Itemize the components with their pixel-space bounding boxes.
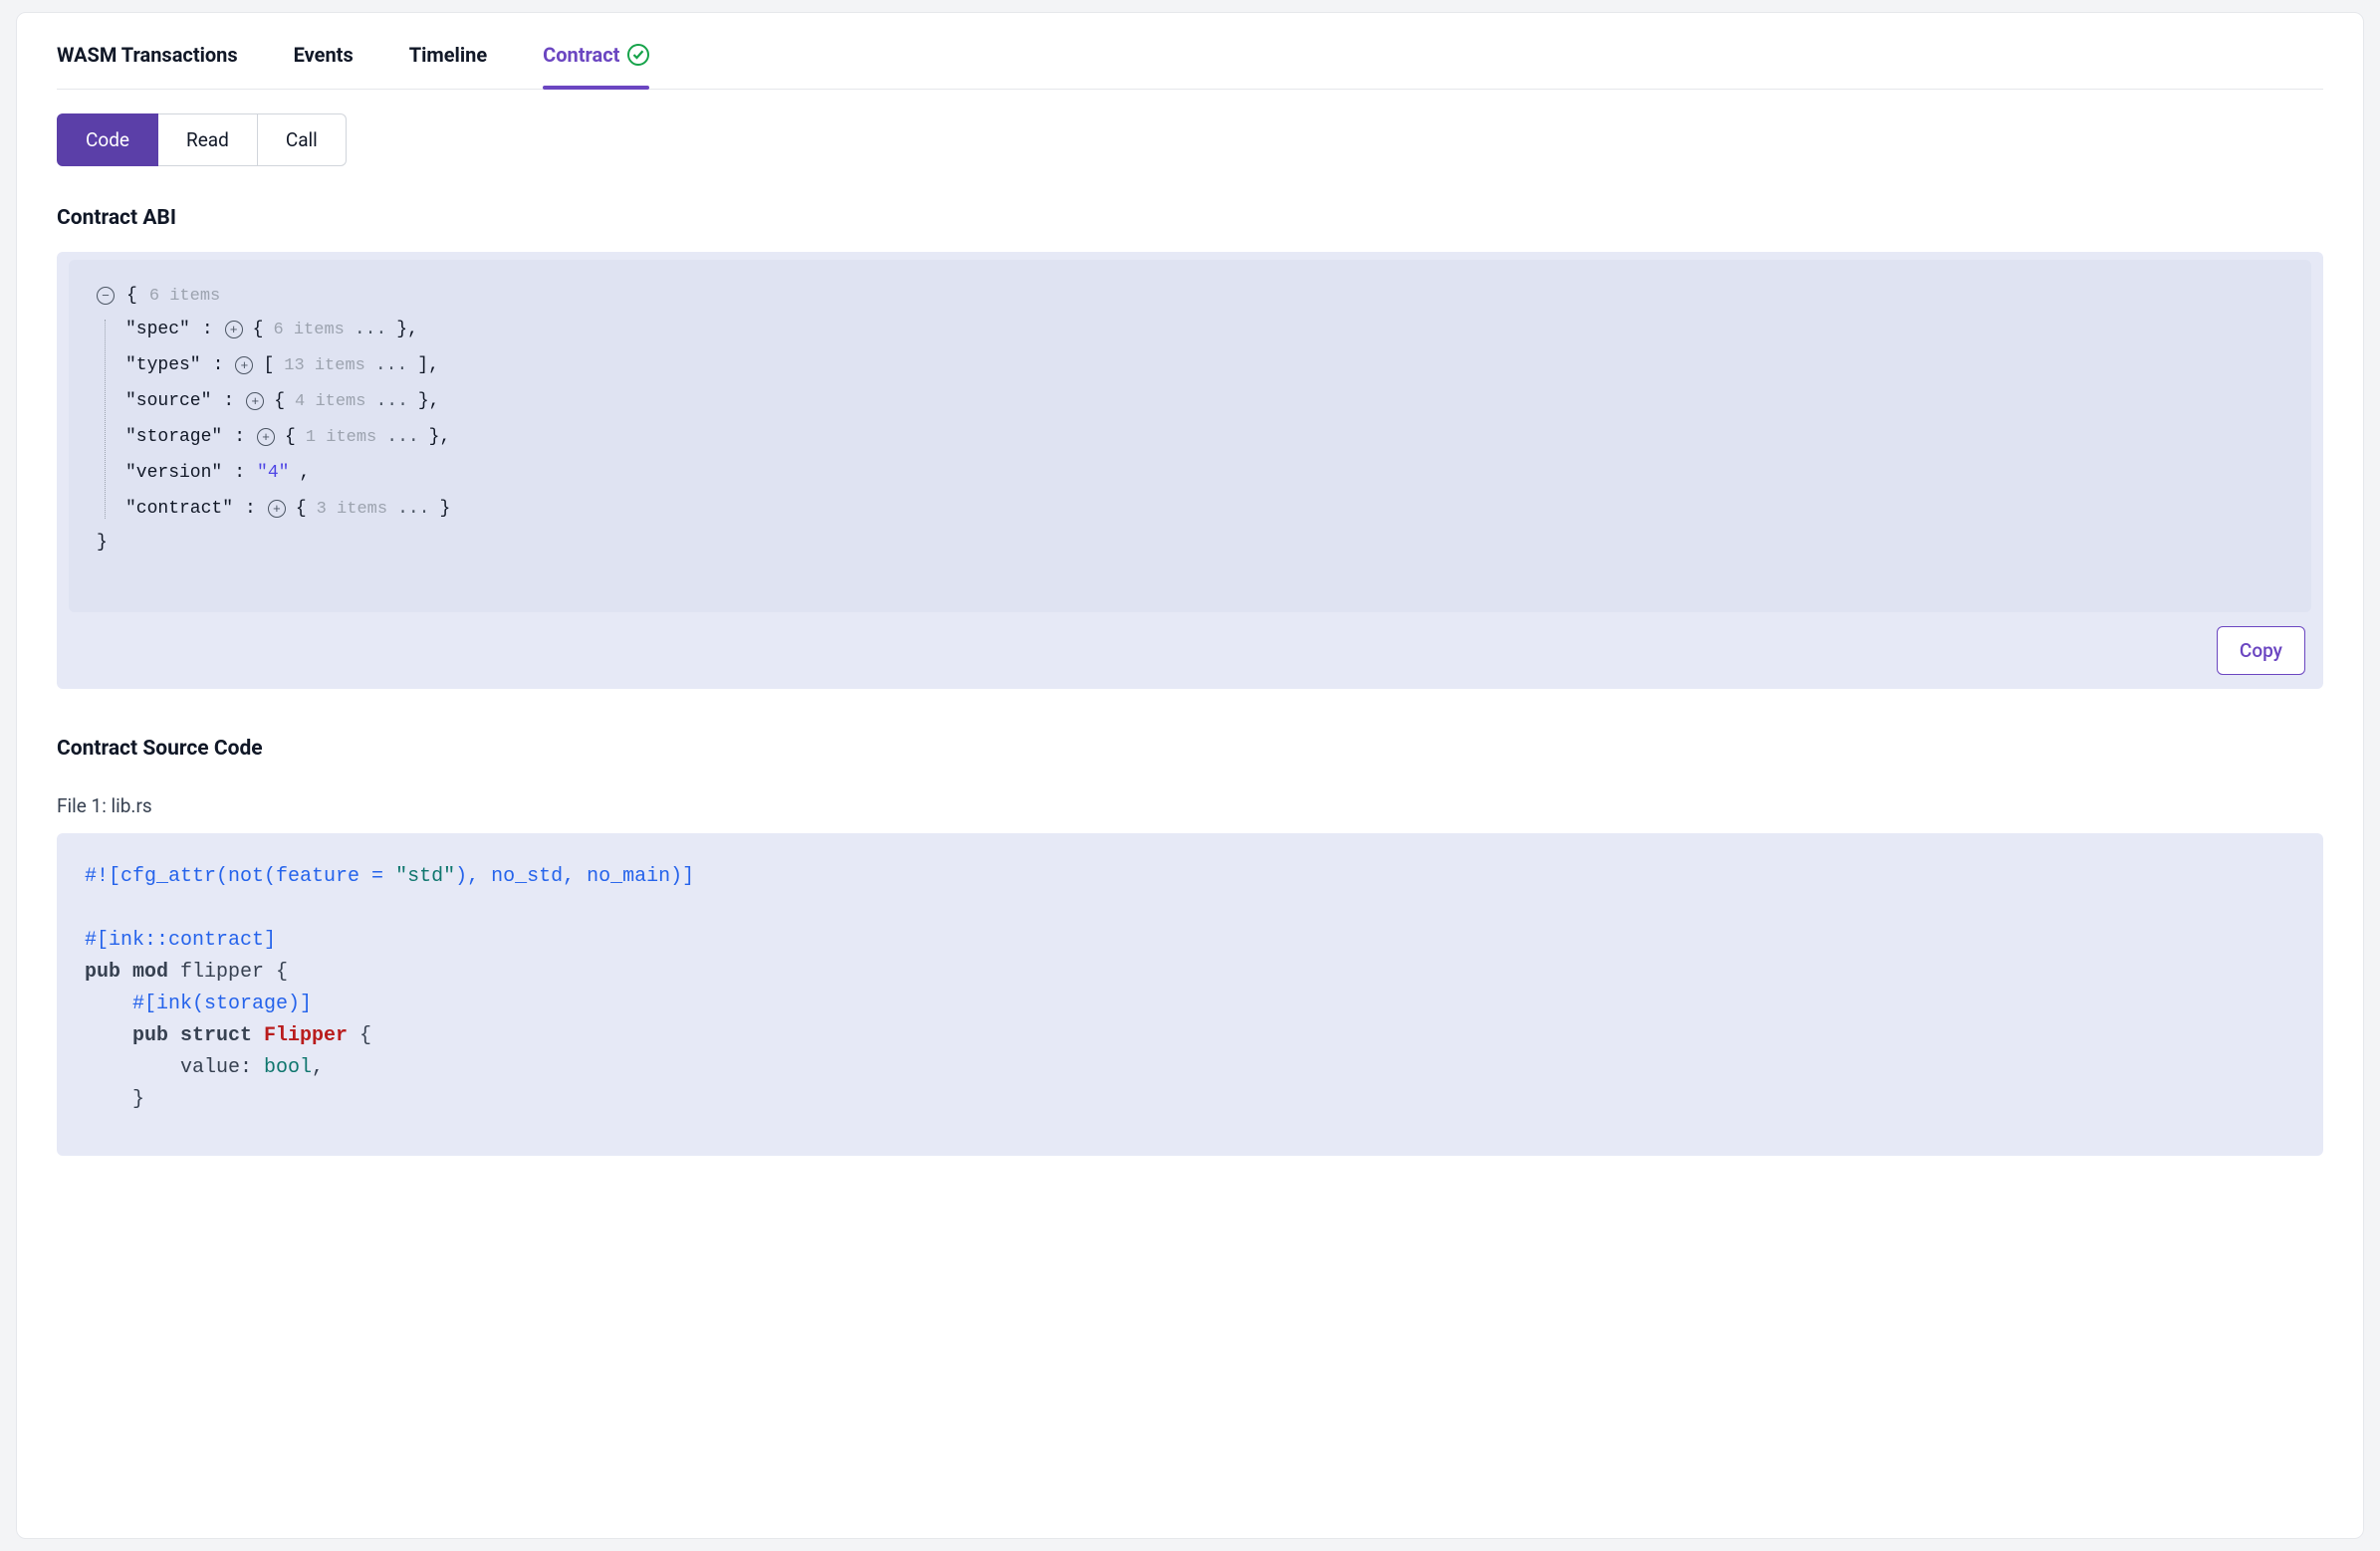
json-colon: : — [200, 320, 215, 339]
json-value: "4" — [257, 463, 289, 483]
abi-node-types[interactable]: "types" : + [ 13 items ... ], — [125, 355, 2283, 375]
contract-page: WASM Transactions Events Timeline Contra… — [16, 12, 2364, 1539]
abi-root-node[interactable]: − { 6 items — [97, 286, 2283, 306]
tab-timeline[interactable]: Timeline — [409, 43, 487, 89]
json-open: { — [296, 499, 307, 519]
subtab-call[interactable]: Call — [258, 113, 347, 166]
code-line-3: #[ink::contract] — [85, 929, 276, 952]
abi-heading: Contract ABI — [57, 206, 2323, 230]
json-close: ], — [417, 355, 439, 375]
expand-icon[interactable]: + — [268, 500, 286, 518]
copy-button[interactable]: Copy — [2217, 626, 2305, 675]
abi-panel: − { 6 items "spec" : + { 6 items ... }, … — [57, 252, 2323, 689]
json-colon: : — [211, 355, 226, 375]
code-line-8: } — [85, 1088, 144, 1111]
code-line-5: #[ink(storage)] — [85, 993, 312, 1015]
abi-node-source[interactable]: "source" : + { 4 items ... }, — [125, 391, 2283, 411]
code-line-7a: value: — [85, 1056, 264, 1079]
copy-row: Copy — [69, 626, 2311, 675]
json-count: 4 items — [295, 392, 365, 411]
json-ellipsis: ... — [355, 320, 386, 339]
abi-children: "spec" : + { 6 items ... }, "types" : + … — [105, 320, 2283, 519]
code-line-6b: Flipper — [264, 1024, 348, 1047]
abi-node-version[interactable]: "version" : "4", — [125, 463, 2283, 483]
json-open: { — [285, 427, 296, 447]
code-line-1a: #![cfg_attr(not(feature = — [85, 865, 395, 888]
json-key: "types" — [125, 355, 201, 375]
json-close: }, — [429, 427, 451, 447]
abi-node-storage[interactable]: "storage" : + { 1 items ... }, — [125, 427, 2283, 447]
json-ellipsis: ... — [397, 499, 429, 519]
source-code-block: #![cfg_attr(not(feature = "std"), no_std… — [57, 833, 2323, 1156]
subtab-code[interactable]: Code — [57, 113, 158, 166]
json-ellipsis: ... — [375, 391, 407, 411]
subtab-read[interactable]: Read — [158, 113, 258, 166]
code-line-7c: , — [312, 1056, 324, 1079]
contract-subtabs: Code Read Call — [57, 113, 2323, 166]
json-open: [ — [263, 355, 274, 375]
json-open: { — [274, 391, 285, 411]
json-count: 6 items — [273, 321, 344, 339]
tab-contract-label: Contract — [543, 43, 619, 67]
expand-icon[interactable]: + — [246, 392, 264, 410]
code-line-4b: flipper { — [168, 961, 288, 984]
json-count: 1 items — [306, 428, 376, 447]
json-key: "version" — [125, 463, 222, 483]
abi-node-spec[interactable]: "spec" : + { 6 items ... }, — [125, 320, 2283, 339]
json-colon: : — [221, 391, 236, 411]
close-brace: } — [97, 533, 2283, 553]
tab-wasm-transactions[interactable]: WASM Transactions — [57, 43, 238, 89]
json-count: 3 items — [317, 500, 387, 519]
code-line-1b: ), no_std, no_main)] — [455, 865, 694, 888]
expand-icon[interactable]: + — [235, 356, 253, 374]
json-colon: : — [232, 463, 247, 483]
expand-icon[interactable]: + — [257, 428, 275, 446]
code-line-1str: "std" — [395, 865, 455, 888]
code-line-4a: pub mod — [85, 961, 168, 984]
code-line-6c: { — [348, 1024, 371, 1047]
json-colon: : — [243, 499, 258, 519]
json-close: }, — [396, 320, 418, 339]
json-key: "contract" — [125, 499, 233, 519]
json-close: }, — [418, 391, 440, 411]
abi-root-count: 6 items — [149, 287, 220, 306]
json-ellipsis: ... — [386, 427, 418, 447]
code-line-6a: pub struct — [85, 1024, 264, 1047]
verified-check-icon — [627, 44, 649, 66]
abi-node-contract[interactable]: "contract" : + { 3 items ... } — [125, 499, 2283, 519]
collapse-icon[interactable]: − — [97, 287, 115, 305]
json-count: 13 items — [284, 356, 365, 375]
main-tabs: WASM Transactions Events Timeline Contra… — [57, 37, 2323, 90]
code-line-7b: bool — [264, 1056, 312, 1079]
json-ellipsis: ... — [375, 355, 407, 375]
json-key: "spec" — [125, 320, 190, 339]
json-trail: , — [299, 463, 310, 483]
json-colon: : — [232, 427, 247, 447]
tab-events[interactable]: Events — [294, 43, 354, 89]
json-close: } — [439, 499, 450, 519]
tab-contract[interactable]: Contract — [543, 43, 649, 89]
abi-json-viewer: − { 6 items "spec" : + { 6 items ... }, … — [69, 260, 2311, 612]
json-open: { — [253, 320, 264, 339]
source-file-label: File 1: lib.rs — [57, 794, 2323, 817]
json-key: "storage" — [125, 427, 222, 447]
source-heading: Contract Source Code — [57, 737, 2323, 761]
open-brace: { — [126, 286, 137, 306]
expand-icon[interactable]: + — [225, 321, 243, 338]
json-key: "source" — [125, 391, 211, 411]
